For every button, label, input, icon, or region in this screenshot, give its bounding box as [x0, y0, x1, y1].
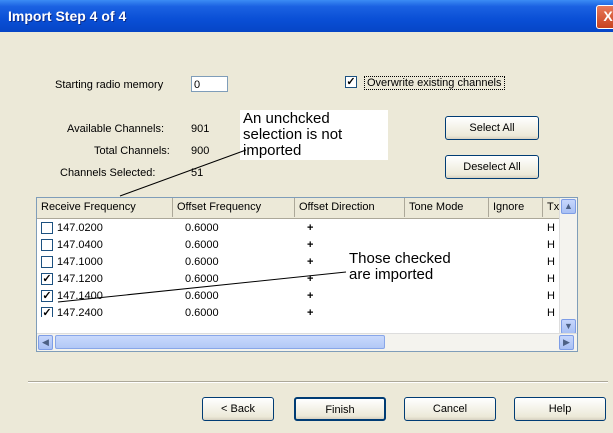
cancel-button[interactable]: Cancel [404, 397, 496, 421]
help-button[interactable]: Help [514, 397, 606, 421]
finish-button[interactable]: Finish [294, 397, 386, 421]
pointer-line [119, 149, 247, 197]
annotation-pointers [57, 149, 347, 303]
pointer-line [57, 271, 347, 303]
back-button[interactable]: < Back [202, 397, 274, 421]
footer-separator [28, 381, 608, 383]
